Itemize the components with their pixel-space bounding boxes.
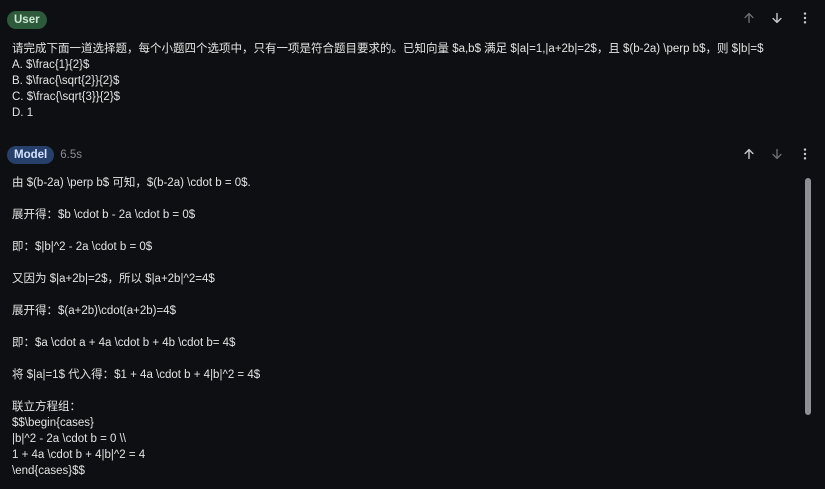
more-vert-icon[interactable] [795, 8, 815, 28]
arrow-up-icon[interactable] [739, 8, 759, 28]
model-message-line: 1 + 4a \cdot b + 4|b|^2 = 4 [12, 449, 146, 461]
model-message-line: 展开得：$(a+2b)\cdot(a+2b)=4$ [12, 305, 176, 317]
model-message-line: 即：$a \cdot a + 4a \cdot b + 4b \cdot b= … [12, 337, 236, 349]
user-role-badge: User [7, 11, 47, 29]
arrow-down-icon[interactable] [767, 144, 787, 164]
scrollbar-thumb[interactable] [805, 178, 811, 415]
user-turn-header: User [7, 10, 47, 30]
model-message-line: |b|^2 - 2a \cdot b = 0 \\ [12, 433, 126, 445]
arrow-up-icon[interactable] [739, 144, 759, 164]
response-time: 6.5s [60, 149, 82, 161]
model-message-line: $$\begin{cases} [12, 417, 94, 429]
model-role-badge: Model [7, 146, 55, 164]
model-message-line: 又因为 $|a+2b|=2$，所以 $|a+2b|^2=4$ [12, 273, 215, 285]
user-message-line: C. $\frac{\sqrt{3}}{2}$ [12, 91, 121, 103]
user-message-line: B. $\frac{\sqrt{2}}{2}$ [12, 75, 120, 87]
model-message: 由 $(b-2a) \perp b$ 可知，$(b-2a) \cdot b = … [12, 175, 792, 479]
user-turn-actions [739, 8, 815, 28]
model-turn-header: Model 6.5s [7, 145, 82, 165]
arrow-down-icon[interactable] [767, 8, 787, 28]
model-message-line: 由 $(b-2a) \perp b$ 可知，$(b-2a) \cdot b = … [12, 177, 251, 189]
chat-page: User 请完成下面一道选择题，每个小题四个选项中，只有一项是符合题目要求的。已… [0, 0, 825, 489]
model-message-line: 展开得：$b \cdot b - 2a \cdot b = 0$ [12, 209, 196, 221]
user-message-line: A. $\frac{1}{2}$ [12, 59, 90, 71]
user-message-line: D. 1 [12, 107, 34, 119]
user-message: 请完成下面一道选择题，每个小题四个选项中，只有一项是符合题目要求的。已知向量 $… [12, 41, 812, 121]
more-vert-icon[interactable] [795, 144, 815, 164]
scrollbar[interactable] [805, 178, 811, 415]
model-message-line: 即：$|b|^2 - 2a \cdot b = 0$ [12, 241, 153, 253]
model-message-line: 联立方程组： [12, 401, 81, 413]
model-message-line: \end{cases}$$ [12, 465, 85, 477]
user-message-line: 请完成下面一道选择题，每个小题四个选项中，只有一项是符合题目要求的。已知向量 $… [12, 43, 764, 55]
model-turn-actions [739, 144, 815, 164]
model-message-line: 将 $|a|=1$ 代入得：$1 + 4a \cdot b + 4|b|^2 =… [12, 369, 261, 381]
